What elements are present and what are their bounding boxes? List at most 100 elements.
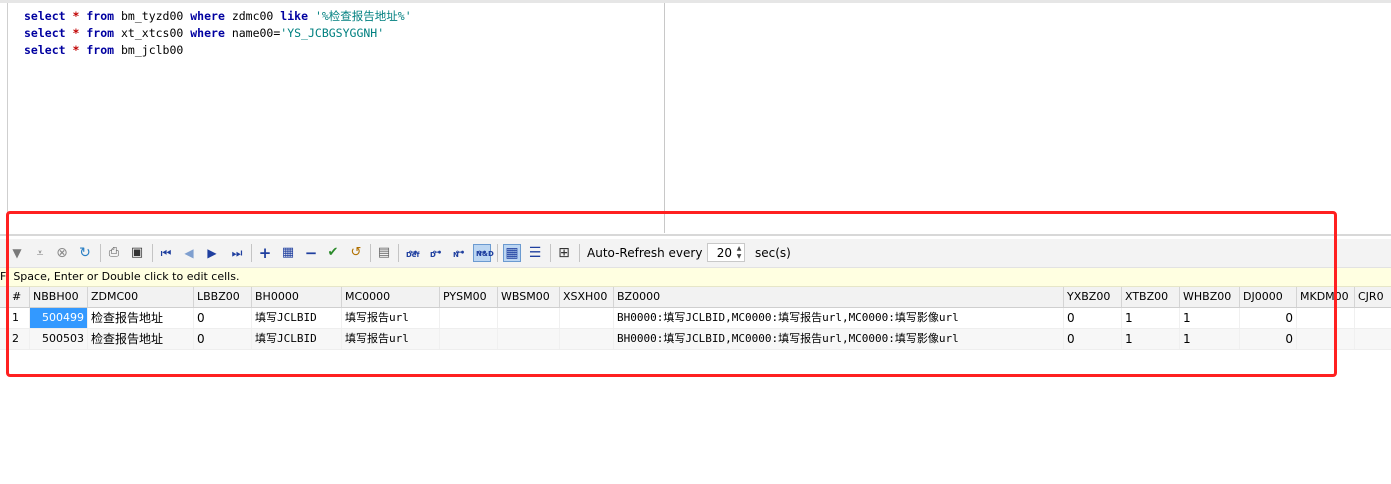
grid-cell[interactable]: 0: [1240, 308, 1297, 328]
column-header-nbbh00[interactable]: NBBH00: [30, 287, 88, 307]
grid-view-icon[interactable]: ▤: [375, 244, 393, 262]
column-header-bz0000[interactable]: BZ0000: [614, 287, 1064, 307]
grid-cell[interactable]: 1: [1180, 308, 1240, 328]
column-header-mkdm00[interactable]: MKDM00: [1297, 287, 1355, 307]
toolbar-separator: [550, 244, 551, 262]
column-header-pysm00[interactable]: PYSM00: [440, 287, 498, 307]
column-header-yxbz00[interactable]: YXBZ00: [1064, 287, 1122, 307]
grid-cell[interactable]: 填写报告url: [342, 308, 440, 328]
grid-cell[interactable]: 0: [194, 329, 252, 349]
grid-cell[interactable]: [1355, 308, 1391, 328]
insert-record-icon[interactable]: ▦: [279, 244, 297, 262]
cancel-edit-icon[interactable]: ↺: [347, 244, 365, 262]
operator: *: [72, 9, 80, 23]
filter-n-icon[interactable]: ⊶ N: [451, 244, 469, 262]
refresh-interval-value: 20: [716, 246, 732, 260]
delete-record-icon[interactable]: −: [302, 244, 320, 262]
first-record-icon[interactable]: ⏮: [157, 244, 175, 262]
keyword: where: [190, 9, 225, 23]
form-mode-icon[interactable]: ☰: [526, 244, 544, 262]
column-header-whbz00[interactable]: WHBZ00: [1180, 287, 1240, 307]
refresh-icon[interactable]: ↻: [76, 244, 94, 262]
refresh-unit-label: sec(s): [755, 246, 791, 260]
grid-cell[interactable]: 0: [1240, 329, 1297, 349]
edit-hint-bar: F, Space, Enter or Double click to edit …: [0, 268, 1391, 287]
grid-cell[interactable]: BH0000:填写JCLBID,MC0000:填写报告url,MC0000:填写…: [614, 308, 1064, 328]
grid-cell[interactable]: [440, 329, 498, 349]
string-literal: '%检查报告地址%': [314, 9, 412, 23]
grid-cell[interactable]: 填写报告url: [342, 329, 440, 349]
column-header-lbbz00[interactable]: LBBZ00: [194, 287, 252, 307]
column-header-bh0000[interactable]: BH0000: [252, 287, 342, 307]
grid-cell[interactable]: 0: [1064, 308, 1122, 328]
row-number: 2: [0, 329, 30, 349]
grid-cell[interactable]: [440, 308, 498, 328]
grid-mode-icon[interactable]: ▦: [503, 244, 521, 262]
add-record-icon[interactable]: +: [256, 244, 274, 262]
table-row[interactable]: 1 500499 检查报告地址 0 填写JCLBID 填写报告url BH000…: [0, 308, 1391, 329]
stepper-up-icon[interactable]: ▲: [734, 245, 744, 253]
filter-d-icon[interactable]: ⊶ D: [428, 244, 446, 262]
post-edit-icon[interactable]: ✔: [324, 244, 342, 262]
column-header-mc0000[interactable]: MC0000: [342, 287, 440, 307]
grid-cell[interactable]: [1297, 308, 1355, 328]
table-name: bm_jclb00: [121, 43, 184, 57]
last-record-icon[interactable]: ⏭: [228, 244, 246, 262]
grid-cell[interactable]: 500503: [30, 329, 88, 349]
stepper-down-icon[interactable]: ▼: [734, 253, 744, 261]
keyword: like: [280, 9, 308, 23]
toolbar-separator: [251, 244, 252, 262]
grid-cell[interactable]: 填写JCLBID: [252, 329, 342, 349]
grid-cell[interactable]: 0: [1064, 329, 1122, 349]
grid-cell[interactable]: 1: [1122, 308, 1180, 328]
sql-code[interactable]: select * from bm_tyzd00 where zdmc00 lik…: [24, 8, 412, 59]
grid-cell[interactable]: [498, 308, 560, 328]
sql-editor[interactable]: select * from bm_tyzd00 where zdmc00 lik…: [0, 0, 1391, 236]
table-row[interactable]: 2 500503 检查报告地址 0 填写JCLBID 填写报告url BH000…: [0, 329, 1391, 350]
filter-def-icon[interactable]: ⊶ Def: [404, 244, 422, 262]
toolbar-separator: [398, 244, 399, 262]
code-line-1: select * from bm_tyzd00 where zdmc00 lik…: [24, 8, 412, 25]
code-line-2: select * from xt_xtcs00 where name00='YS…: [24, 25, 412, 42]
table-name: xt_xtcs00: [121, 26, 184, 40]
filter-nd-icon[interactable]: ⊶ N&D: [473, 244, 494, 262]
column-header-rownum[interactable]: #: [0, 287, 30, 307]
grid-cell[interactable]: [560, 329, 614, 349]
column-header-dj0000[interactable]: DJ0000: [1240, 287, 1297, 307]
column-header-xtbz00[interactable]: XTBZ00: [1122, 287, 1180, 307]
code-line-3: select * from bm_jclb00: [24, 42, 412, 59]
editor-splitter[interactable]: [664, 3, 665, 233]
grid-cell[interactable]: [498, 329, 560, 349]
field-name: name00=: [231, 26, 281, 40]
column-header-zdmc00[interactable]: ZDMC00: [88, 287, 194, 307]
cancel-icon[interactable]: ⊗: [53, 244, 71, 262]
grid-cell[interactable]: 检查报告地址: [88, 329, 194, 349]
filter-clear-icon[interactable]: ⩡: [31, 244, 49, 262]
column-header-xsxh00[interactable]: XSXH00: [560, 287, 614, 307]
grid-cell[interactable]: 1: [1180, 329, 1240, 349]
prior-record-icon[interactable]: ◀: [180, 244, 198, 262]
row-number: 1: [0, 308, 30, 328]
grid-cell[interactable]: 填写JCLBID: [252, 308, 342, 328]
keyword: from: [86, 9, 115, 23]
toolbar-separator: [579, 244, 580, 262]
editor-bottom-border: [0, 234, 1391, 236]
auto-refresh-icon[interactable]: ⊞: [555, 244, 573, 262]
next-record-icon[interactable]: ▶: [203, 244, 221, 262]
grid-cell[interactable]: [1355, 329, 1391, 349]
refresh-interval-stepper[interactable]: 20 ▲ ▼: [707, 243, 745, 262]
grid-cell[interactable]: [560, 308, 614, 328]
grid-cell[interactable]: 检查报告地址: [88, 308, 194, 328]
grid-cell[interactable]: BH0000:填写JCLBID,MC0000:填写报告url,MC0000:填写…: [614, 329, 1064, 349]
grid-cell[interactable]: [1297, 329, 1355, 349]
filter-d-label: D: [430, 251, 436, 259]
grid-cell[interactable]: 1: [1122, 329, 1180, 349]
grid-cell[interactable]: 500499: [30, 308, 88, 328]
filter-icon[interactable]: ▼: [8, 244, 26, 262]
table-name: bm_tyzd00: [121, 9, 184, 23]
grid-cell[interactable]: 0: [194, 308, 252, 328]
column-header-cjr[interactable]: CJR0: [1355, 287, 1391, 307]
save-icon[interactable]: ▣: [128, 244, 146, 262]
print-icon[interactable]: ⎙: [105, 244, 123, 262]
column-header-wbsm00[interactable]: WBSM00: [498, 287, 560, 307]
